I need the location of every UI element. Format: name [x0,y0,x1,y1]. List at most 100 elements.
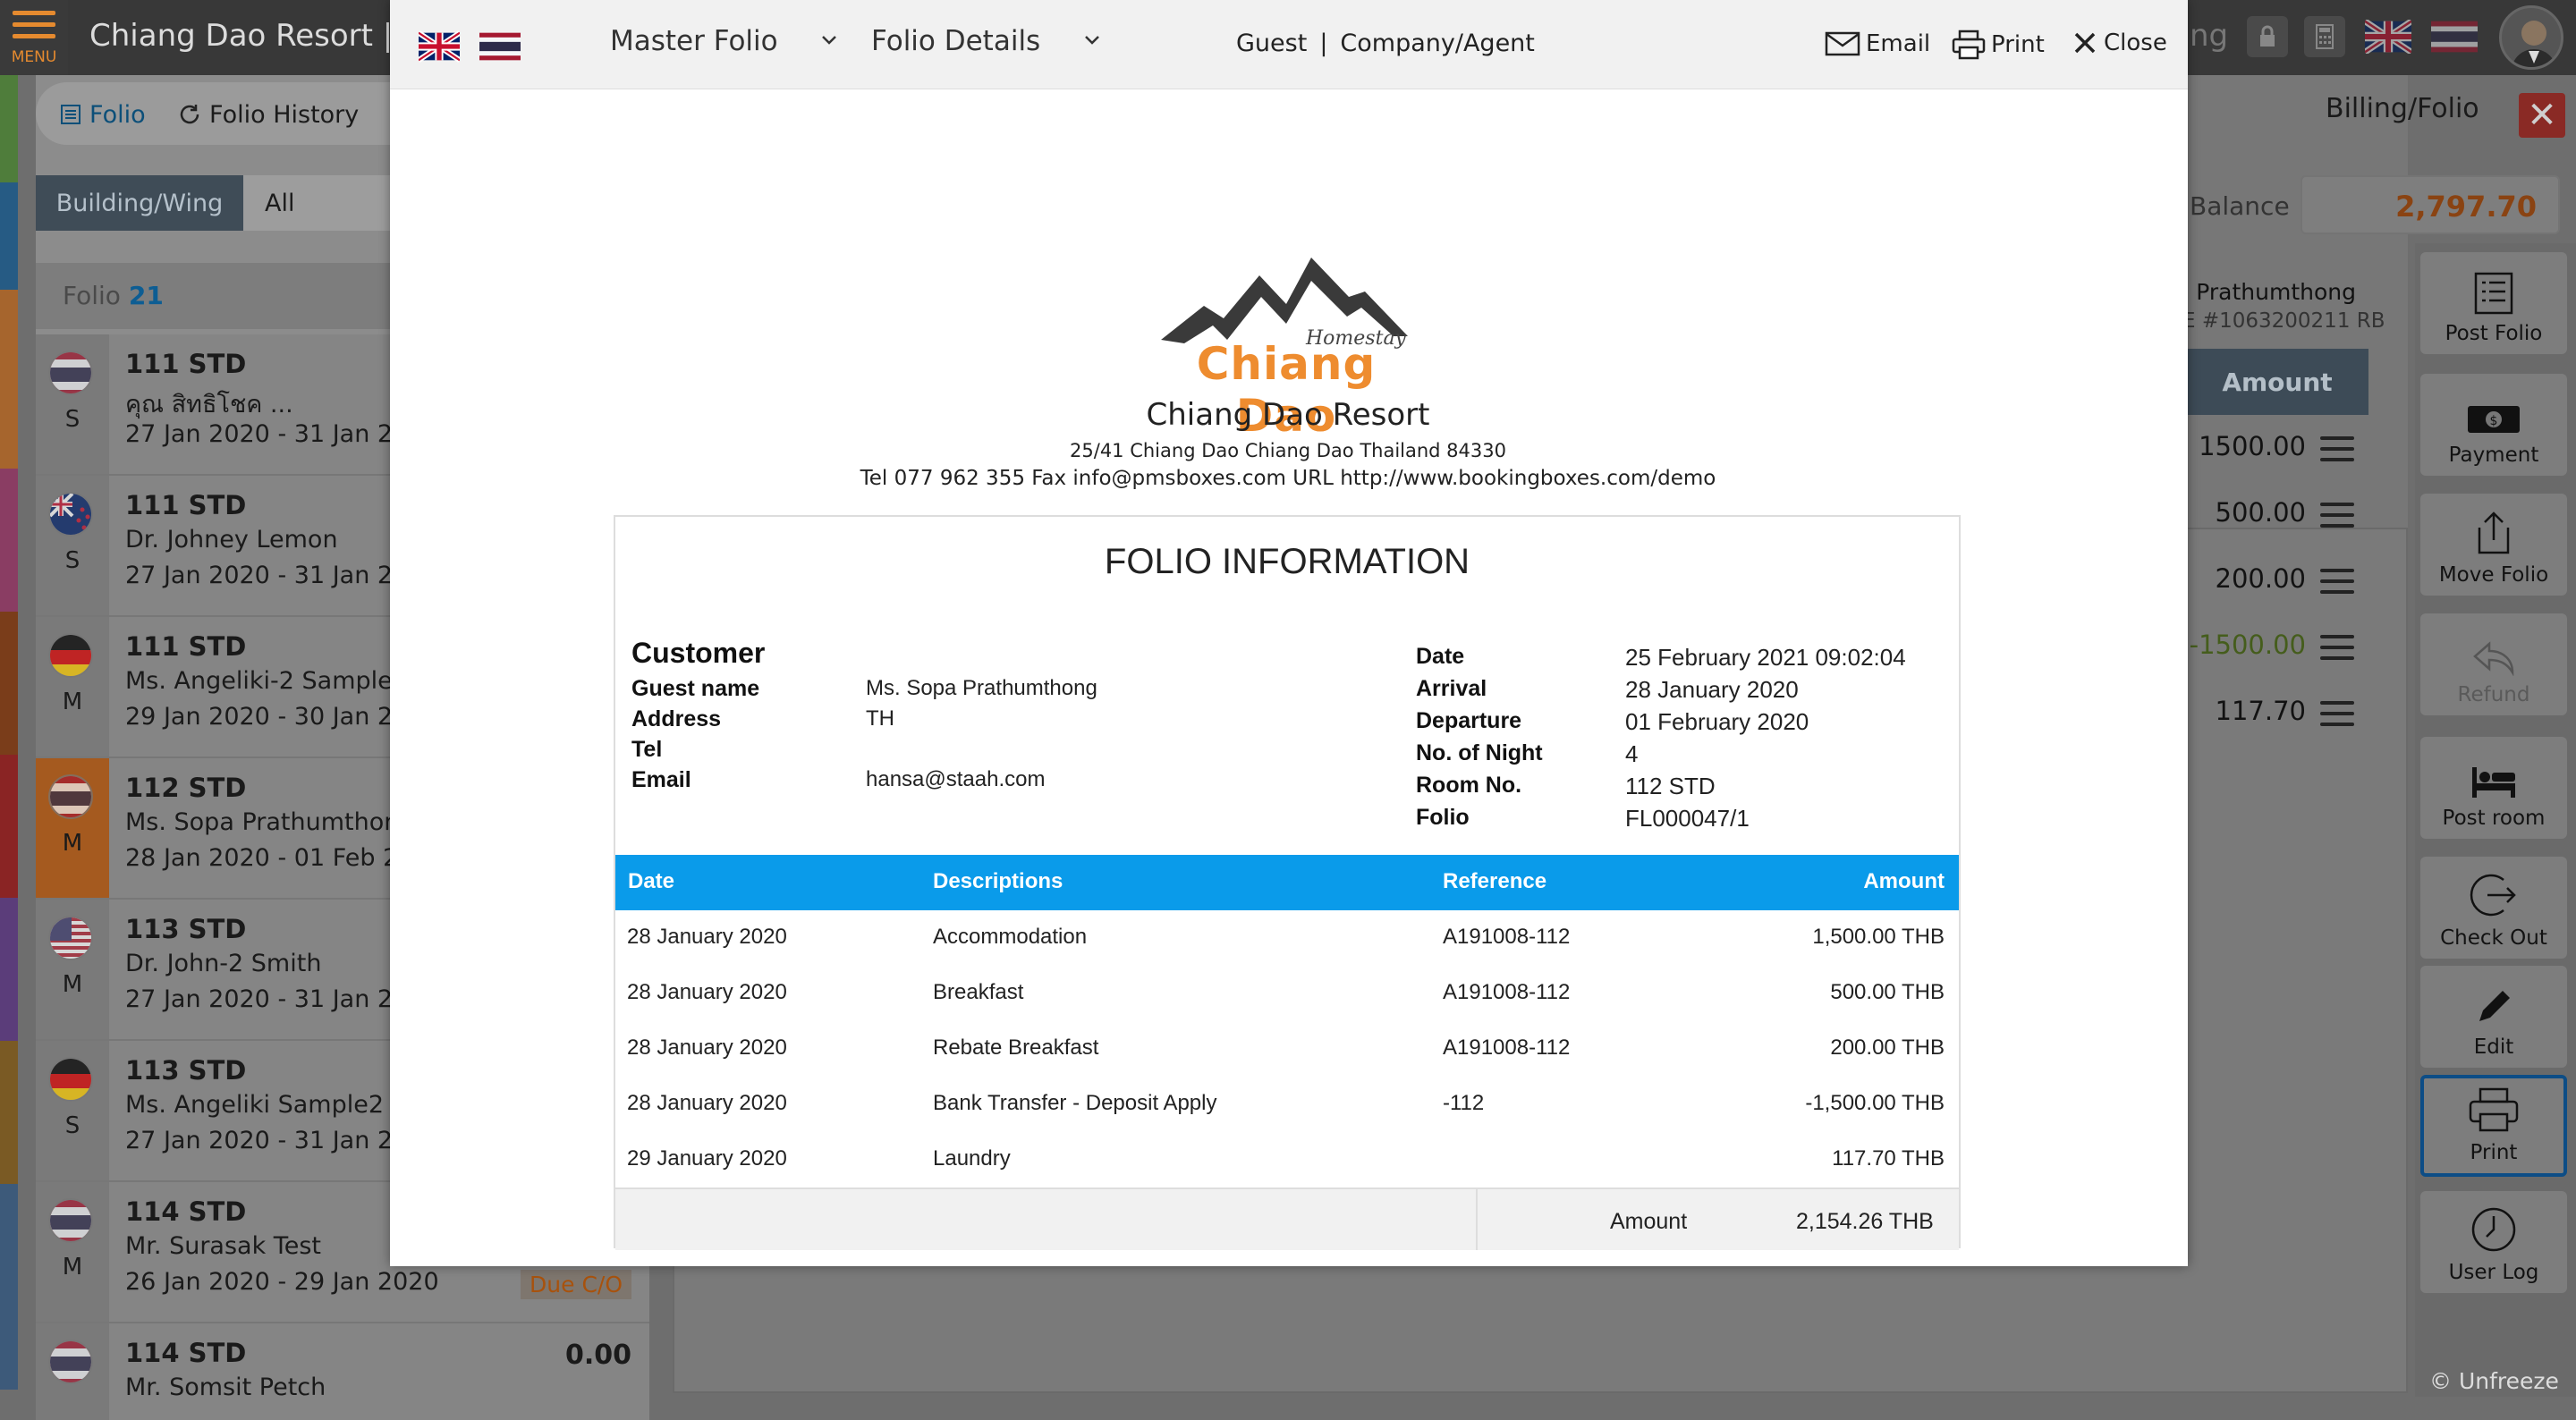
guest-name: Dr. John-2 Smith [125,950,322,977]
guest-option[interactable]: Guest [1236,30,1307,57]
header-amount: Amount [1863,869,1945,893]
stay-field-value: 25 February 2021 09:02:04 [1625,644,1906,671]
menu-label: MENU [11,48,57,66]
hamburger-icon[interactable] [2320,569,2354,601]
table-row [615,914,1959,969]
post-room-button[interactable]: Post room [2420,737,2567,839]
billing-folio-title: Billing/Folio [2326,93,2479,124]
row-description: Accommodation [933,925,1088,949]
button-label: Print [2470,1141,2518,1164]
amount-value: 1500.00 [2199,431,2306,461]
table-footer [615,1188,1959,1250]
guest-reference: E #1063200211 RB [2182,309,2385,333]
room-number: 111 STD [125,349,247,379]
guest-name: a Prathumthong [2175,279,2357,305]
hamburger-icon[interactable] [2320,503,2354,535]
charges-table-header [615,855,1959,910]
row-reference: -112 [1443,1091,1485,1115]
guest-list-item[interactable]: 114 STD Mr. Somsit Petch 0.00 [36,1323,649,1420]
close-button[interactable]: Close [2072,30,2167,56]
stay-field-value: 4 [1625,740,1639,767]
room-number: 112 STD [125,773,247,803]
uk-flag-icon[interactable] [2363,18,2413,55]
button-label: Edit [2473,1035,2514,1059]
guest-name: Ms. Angeliki-2 Sample [125,667,393,695]
booking-type: S [64,1112,80,1139]
amount-row: 117.70 [2186,680,2368,746]
stay-field-label: Folio [1416,805,1470,830]
chevron-down-icon[interactable] [818,29,841,55]
customer-field-label: Address [631,706,722,731]
uk-flag-icon[interactable] [417,30,462,63]
print-button[interactable]: Print [2420,1075,2567,1177]
row-date: 28 January 2020 [627,925,787,949]
customer-field-value: Ms. Sopa Prathumthong [866,676,1097,700]
room-number: 114 STD [125,1338,247,1368]
thai-flag-icon [48,351,93,395]
customer-field-label: Email [631,767,691,792]
close-label: Close [2104,30,2167,56]
move-folio-button[interactable]: Move Folio [2420,494,2567,596]
row-description: Laundry [933,1146,1011,1171]
thai-flag-icon[interactable] [479,30,521,63]
row-amount: -1,500.00 THB [1805,1091,1945,1115]
booking-type: S [64,406,80,433]
post-folio-button[interactable]: Post Folio [2420,252,2567,354]
tab-label: Folio History [209,100,360,129]
building-wing-button[interactable]: Building/Wing [36,175,243,231]
email-button[interactable]: Email [1825,30,1930,58]
pencil-icon [2472,985,2515,1035]
avatar[interactable] [2499,5,2563,70]
close-icon [2072,30,2098,56]
chevron-down-icon[interactable] [1080,29,1104,55]
stay-field-label: No. of Night [1416,740,1543,765]
company-agent-option[interactable]: Company/Agent [1340,30,1534,57]
row-amount: 1,500.00 THB [1812,925,1945,949]
hamburger-icon[interactable] [2320,701,2354,733]
stay-field-value: FL000047/1 [1625,805,1750,832]
print-button[interactable]: Print [1952,30,2045,60]
guest-name: Ms. Angeliki Sample2 [125,1091,384,1119]
amount-row: 500.00 [2186,481,2368,547]
edit-button[interactable]: Edit [2420,966,2567,1068]
row-description: Bank Transfer - Deposit Apply [933,1091,1217,1115]
menu-button[interactable]: MENU [0,0,68,75]
hamburger-icon[interactable] [2320,635,2354,667]
hamburger-icon[interactable] [2320,436,2354,469]
color-strip [0,1041,18,1184]
user-log-button[interactable]: User Log [2420,1191,2567,1293]
logo-subtext: Homestay [1306,327,1406,350]
lock-icon[interactable] [2247,16,2288,57]
print-label: Print [1991,31,2045,58]
refund-button[interactable]: Refund [2420,613,2567,715]
amount-column-header: Amount [2186,349,2368,415]
folio-details-dropdown[interactable]: Folio Details [871,25,1040,57]
total-label: Amount [1610,1209,1688,1234]
row-description: Breakfast [933,980,1024,1004]
tab-folio-history[interactable]: Folio History [161,93,375,136]
row-amount: 117.70 THB [1832,1146,1945,1171]
tab-label: Folio [89,100,146,129]
header-reference: Reference [1443,869,1547,893]
thai-flag-icon[interactable] [2431,20,2478,54]
row-reference: A191008-112 [1443,1035,1571,1060]
calculator-icon[interactable] [2304,16,2345,57]
unfreeze-link[interactable]: © Unfreeze [2429,1368,2559,1394]
close-icon[interactable]: ✕ [2519,93,2565,138]
master-folio-dropdown[interactable]: Master Folio [610,25,778,57]
header-date: Date [628,869,675,893]
check-out-button[interactable]: Check Out [2420,857,2567,959]
payment-button[interactable]: $ Payment [2420,374,2567,476]
stay-field-value: 112 STD [1625,773,1716,799]
folio-label: Folio [63,281,121,310]
guest-name: Mr. Surasak Test [125,1232,321,1260]
button-label: Check Out [2440,926,2547,950]
amount-row: 200.00 [2186,547,2368,613]
color-strip [0,182,18,290]
booking-type: M [62,830,83,857]
booking-type: M [62,689,83,715]
button-label: Post room [2442,807,2546,830]
booking-type: S [64,547,80,574]
customer-heading: Customer [631,637,766,669]
tab-folio[interactable]: Folio [43,93,162,136]
